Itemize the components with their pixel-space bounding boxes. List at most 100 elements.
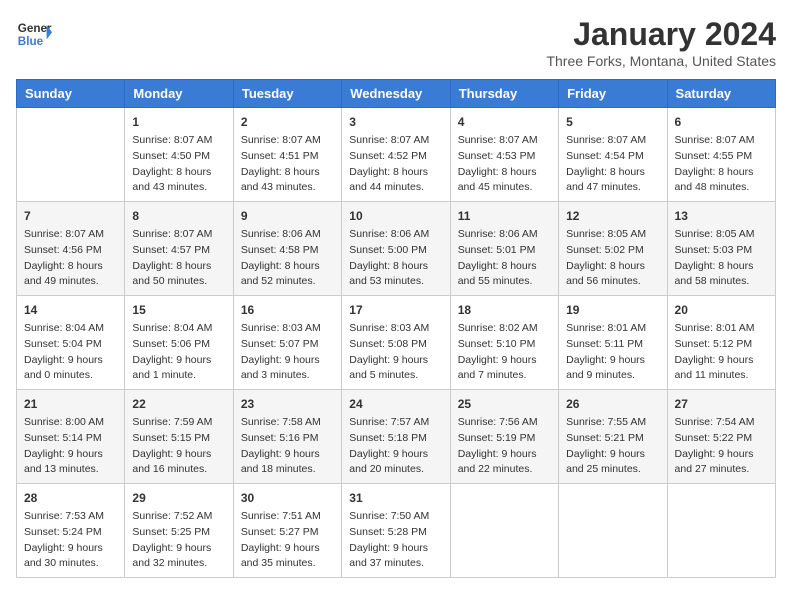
day-number: 10 bbox=[349, 207, 442, 225]
week-row-3: 14 Sunrise: 8:04 AMSunset: 5:04 PMDayligh… bbox=[17, 296, 776, 390]
calendar-cell: 25Sunrise: 7:56 AMSunset: 5:19 PMDayligh… bbox=[450, 390, 558, 484]
day-info: Sunrise: 8:07 AMSunset: 4:50 PMDaylight:… bbox=[132, 133, 225, 196]
day-number: 16 bbox=[241, 301, 334, 319]
day-info: Sunrise: 7:56 AMSunset: 5:19 PMDaylight:… bbox=[458, 415, 551, 478]
day-number: 30 bbox=[241, 489, 334, 507]
day-info: Sunrise: 8:06 AMSunset: 4:58 PMDaylight:… bbox=[241, 227, 334, 290]
day-header-tuesday: Tuesday bbox=[233, 80, 341, 108]
day-info: Sunrise: 8:07 AMSunset: 4:55 PMDaylight:… bbox=[675, 133, 768, 196]
day-number: 6 bbox=[675, 113, 768, 131]
day-info: Sunrise: 8:04 AMSunset: 5:06 PMDaylight:… bbox=[132, 321, 225, 384]
day-header-monday: Monday bbox=[125, 80, 233, 108]
calendar-cell: 8 Sunrise: 8:07 AMSunset: 4:57 PMDaylight… bbox=[125, 202, 233, 296]
day-number: 9 bbox=[241, 207, 334, 225]
day-number: 29 bbox=[132, 489, 225, 507]
calendar-table: SundayMondayTuesdayWednesdayThursdayFrid… bbox=[16, 79, 776, 578]
calendar-cell: 9 Sunrise: 8:06 AMSunset: 4:58 PMDaylight… bbox=[233, 202, 341, 296]
calendar-cell: 31 Sunrise: 7:50 AMSunset: 5:28 PMDayligh… bbox=[342, 484, 450, 578]
day-number: 20 bbox=[675, 301, 768, 319]
day-number: 14 bbox=[24, 301, 117, 319]
day-header-thursday: Thursday bbox=[450, 80, 558, 108]
calendar-cell: 11Sunrise: 8:06 AMSunset: 5:01 PMDayligh… bbox=[450, 202, 558, 296]
day-info: Sunrise: 7:52 AMSunset: 5:25 PMDaylight:… bbox=[132, 509, 225, 572]
day-info: Sunrise: 7:54 AMSunset: 5:22 PMDaylight:… bbox=[675, 415, 768, 478]
calendar-cell: 24 Sunrise: 7:57 AMSunset: 5:18 PMDayligh… bbox=[342, 390, 450, 484]
day-info: Sunrise: 8:06 AMSunset: 5:01 PMDaylight:… bbox=[458, 227, 551, 290]
page-header: General Blue January 2024 Three Forks, M… bbox=[16, 16, 776, 69]
header-row: SundayMondayTuesdayWednesdayThursdayFrid… bbox=[17, 80, 776, 108]
day-number: 2 bbox=[241, 113, 334, 131]
day-info: Sunrise: 8:05 AMSunset: 5:02 PMDaylight:… bbox=[566, 227, 659, 290]
calendar-cell: 28 Sunrise: 7:53 AMSunset: 5:24 PMDayligh… bbox=[17, 484, 125, 578]
day-info: Sunrise: 7:55 AMSunset: 5:21 PMDaylight:… bbox=[566, 415, 659, 478]
day-number: 4 bbox=[458, 113, 551, 131]
title-block: January 2024 Three Forks, Montana, Unite… bbox=[546, 16, 776, 69]
calendar-cell: 6 Sunrise: 8:07 AMSunset: 4:55 PMDaylight… bbox=[667, 108, 775, 202]
day-number: 17 bbox=[349, 301, 442, 319]
day-number: 26 bbox=[566, 395, 659, 413]
day-number: 8 bbox=[132, 207, 225, 225]
day-info: Sunrise: 8:00 AMSunset: 5:14 PMDaylight:… bbox=[24, 415, 117, 478]
day-info: Sunrise: 8:05 AMSunset: 5:03 PMDaylight:… bbox=[675, 227, 768, 290]
day-info: Sunrise: 8:01 AMSunset: 5:12 PMDaylight:… bbox=[675, 321, 768, 384]
calendar-cell: 17 Sunrise: 8:03 AMSunset: 5:08 PMDayligh… bbox=[342, 296, 450, 390]
day-info: Sunrise: 7:51 AMSunset: 5:27 PMDaylight:… bbox=[241, 509, 334, 572]
day-info: Sunrise: 8:07 AMSunset: 4:57 PMDaylight:… bbox=[132, 227, 225, 290]
day-info: Sunrise: 8:07 AMSunset: 4:52 PMDaylight:… bbox=[349, 133, 442, 196]
calendar-cell bbox=[559, 484, 667, 578]
day-info: Sunrise: 8:07 AMSunset: 4:56 PMDaylight:… bbox=[24, 227, 117, 290]
calendar-cell: 18 Sunrise: 8:02 AMSunset: 5:10 PMDayligh… bbox=[450, 296, 558, 390]
subtitle: Three Forks, Montana, United States bbox=[546, 53, 776, 69]
day-number: 21 bbox=[24, 395, 117, 413]
day-number: 24 bbox=[349, 395, 442, 413]
main-title: January 2024 bbox=[546, 16, 776, 53]
calendar-cell: 3 Sunrise: 8:07 AMSunset: 4:52 PMDaylight… bbox=[342, 108, 450, 202]
svg-text:Blue: Blue bbox=[18, 35, 44, 48]
week-row-4: 21 Sunrise: 8:00 AMSunset: 5:14 PMDayligh… bbox=[17, 390, 776, 484]
day-number: 3 bbox=[349, 113, 442, 131]
day-number: 15 bbox=[132, 301, 225, 319]
calendar-cell: 29 Sunrise: 7:52 AMSunset: 5:25 PMDayligh… bbox=[125, 484, 233, 578]
day-number: 31 bbox=[349, 489, 442, 507]
day-header-sunday: Sunday bbox=[17, 80, 125, 108]
calendar-cell: 22Sunrise: 7:59 AMSunset: 5:15 PMDayligh… bbox=[125, 390, 233, 484]
day-info: Sunrise: 8:07 AMSunset: 4:51 PMDaylight:… bbox=[241, 133, 334, 196]
day-number: 18 bbox=[458, 301, 551, 319]
calendar-cell bbox=[17, 108, 125, 202]
calendar-cell: 19 Sunrise: 8:01 AMSunset: 5:11 PMDayligh… bbox=[559, 296, 667, 390]
logo: General Blue bbox=[16, 16, 52, 52]
calendar-cell: 21 Sunrise: 8:00 AMSunset: 5:14 PMDayligh… bbox=[17, 390, 125, 484]
day-number: 23 bbox=[241, 395, 334, 413]
day-info: Sunrise: 8:04 AMSunset: 5:04 PMDaylight:… bbox=[24, 321, 117, 384]
calendar-cell bbox=[667, 484, 775, 578]
day-info: Sunrise: 8:03 AMSunset: 5:07 PMDaylight:… bbox=[241, 321, 334, 384]
week-row-2: 7Sunrise: 8:07 AMSunset: 4:56 PMDaylight… bbox=[17, 202, 776, 296]
calendar-cell: 20 Sunrise: 8:01 AMSunset: 5:12 PMDayligh… bbox=[667, 296, 775, 390]
logo-icon: General Blue bbox=[16, 16, 52, 52]
calendar-cell: 23Sunrise: 7:58 AMSunset: 5:16 PMDayligh… bbox=[233, 390, 341, 484]
calendar-body: 1Sunrise: 8:07 AMSunset: 4:50 PMDaylight… bbox=[17, 108, 776, 578]
calendar-cell: 5Sunrise: 8:07 AMSunset: 4:54 PMDaylight… bbox=[559, 108, 667, 202]
day-info: Sunrise: 7:59 AMSunset: 5:15 PMDaylight:… bbox=[132, 415, 225, 478]
calendar-cell: 14 Sunrise: 8:04 AMSunset: 5:04 PMDayligh… bbox=[17, 296, 125, 390]
calendar-header: SundayMondayTuesdayWednesdayThursdayFrid… bbox=[17, 80, 776, 108]
day-header-friday: Friday bbox=[559, 80, 667, 108]
day-number: 19 bbox=[566, 301, 659, 319]
calendar-cell: 12Sunrise: 8:05 AMSunset: 5:02 PMDayligh… bbox=[559, 202, 667, 296]
week-row-5: 28 Sunrise: 7:53 AMSunset: 5:24 PMDayligh… bbox=[17, 484, 776, 578]
day-number: 13 bbox=[675, 207, 768, 225]
day-header-wednesday: Wednesday bbox=[342, 80, 450, 108]
calendar-cell: 4Sunrise: 8:07 AMSunset: 4:53 PMDaylight… bbox=[450, 108, 558, 202]
day-info: Sunrise: 7:57 AMSunset: 5:18 PMDaylight:… bbox=[349, 415, 442, 478]
calendar-cell: 10Sunrise: 8:06 AMSunset: 5:00 PMDayligh… bbox=[342, 202, 450, 296]
day-info: Sunrise: 8:03 AMSunset: 5:08 PMDaylight:… bbox=[349, 321, 442, 384]
day-info: Sunrise: 8:01 AMSunset: 5:11 PMDaylight:… bbox=[566, 321, 659, 384]
week-row-1: 1Sunrise: 8:07 AMSunset: 4:50 PMDaylight… bbox=[17, 108, 776, 202]
day-info: Sunrise: 7:53 AMSunset: 5:24 PMDaylight:… bbox=[24, 509, 117, 572]
day-info: Sunrise: 8:07 AMSunset: 4:54 PMDaylight:… bbox=[566, 133, 659, 196]
day-info: Sunrise: 7:50 AMSunset: 5:28 PMDaylight:… bbox=[349, 509, 442, 572]
calendar-cell: 2 Sunrise: 8:07 AMSunset: 4:51 PMDaylight… bbox=[233, 108, 341, 202]
calendar-cell: 27Sunrise: 7:54 AMSunset: 5:22 PMDayligh… bbox=[667, 390, 775, 484]
day-info: Sunrise: 8:02 AMSunset: 5:10 PMDaylight:… bbox=[458, 321, 551, 384]
day-number: 28 bbox=[24, 489, 117, 507]
